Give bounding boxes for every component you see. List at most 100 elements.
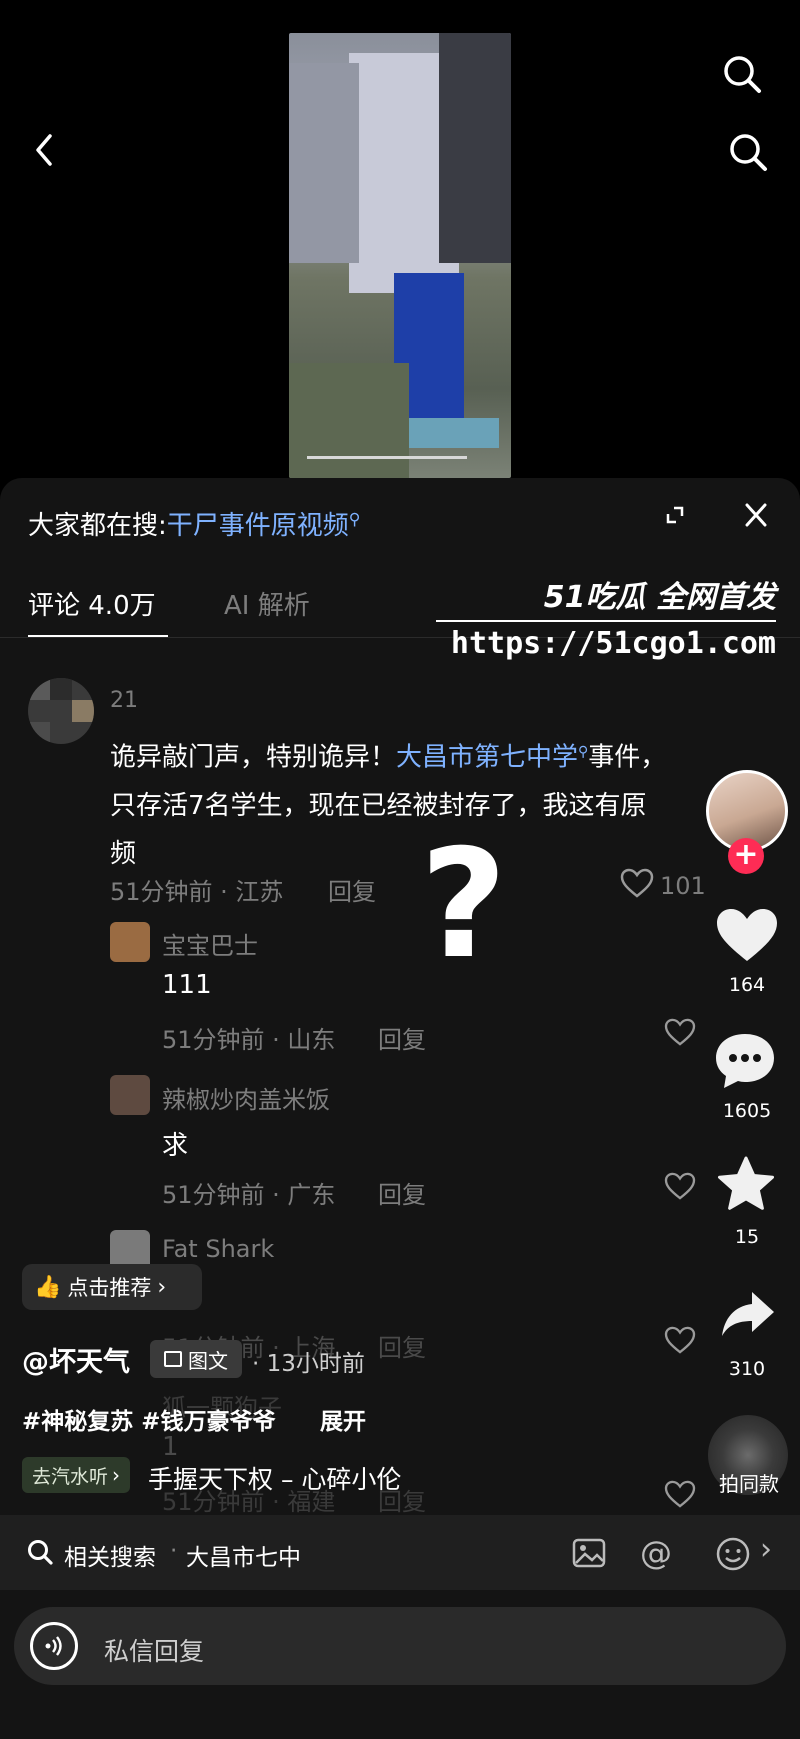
reply-reply-button[interactable]: 回复 xyxy=(378,1175,426,1210)
reply-author[interactable]: Fat Shark xyxy=(162,1235,274,1263)
related-search-sep: · xyxy=(170,1538,178,1564)
same-style-label[interactable]: 拍同款 xyxy=(706,1468,792,1497)
reply-text: 1 xyxy=(162,1432,179,1462)
recommend-button[interactable]: 👍 点击推荐 › xyxy=(22,1264,202,1310)
emoji-icon xyxy=(716,1537,750,1571)
image-icon xyxy=(572,1538,606,1568)
share-button[interactable] xyxy=(718,1288,778,1344)
close-button[interactable] xyxy=(736,498,776,532)
reply-like-button[interactable] xyxy=(664,1480,696,1512)
watermark-underline xyxy=(436,620,776,622)
trending-search[interactable]: 大家都在搜:干尸事件原视频⚲ xyxy=(28,505,361,542)
heart-icon xyxy=(717,909,777,961)
expand-caption-button[interactable]: 展开 xyxy=(320,1402,366,1436)
type-badge: 图文 xyxy=(150,1340,242,1378)
search-icon xyxy=(730,134,767,171)
music-badge[interactable]: 去汽水听 › xyxy=(22,1457,131,1493)
comment-like-button[interactable] xyxy=(620,868,654,902)
video-author[interactable]: @坏天气 xyxy=(22,1340,130,1379)
reply-text: 求 xyxy=(162,1131,189,1161)
reply-like-button[interactable] xyxy=(664,1326,696,1358)
post-time: · 13小时前 xyxy=(252,1351,365,1377)
reply-like-button[interactable] xyxy=(664,1018,696,1050)
reply-avatar[interactable] xyxy=(110,922,150,962)
heart-outline-icon xyxy=(664,1326,696,1354)
like-button[interactable] xyxy=(712,905,782,969)
music-title[interactable]: 手握天下权 – 心碎小伦 xyxy=(148,1460,401,1496)
watermark-url: https://51cgo1.com xyxy=(450,626,776,661)
share-arrow-icon xyxy=(722,1292,774,1336)
thumbs-up-icon: 👍 xyxy=(34,1274,62,1300)
reply-reply-button[interactable]: 回复 xyxy=(378,1328,426,1363)
search-small-icon: ⚲ xyxy=(348,509,361,529)
comment-button[interactable] xyxy=(712,1030,778,1096)
video-progress-bar[interactable] xyxy=(307,456,467,459)
like-count: 164 xyxy=(728,974,766,996)
watermark-brand: 51吃瓜 全网首发 xyxy=(543,580,776,615)
chevron-right-icon: › xyxy=(157,1274,167,1300)
type-badge-label: 图文 xyxy=(188,1348,228,1373)
voice-button[interactable] xyxy=(30,1622,78,1670)
related-search-icon xyxy=(26,1538,54,1570)
reply-author[interactable]: 宝宝巴士 xyxy=(162,926,258,961)
music-badge-label: 去汽水听 xyxy=(32,1465,109,1488)
trending-link[interactable]: 干尸事件原视频 xyxy=(167,511,349,541)
dm-reply-placeholder[interactable]: 私信回复 xyxy=(104,1632,204,1668)
heart-outline-icon xyxy=(664,1480,696,1508)
reply-avatar[interactable] xyxy=(110,1075,150,1115)
favorite-count: 15 xyxy=(734,1226,760,1248)
mention-button[interactable]: @ xyxy=(640,1534,672,1572)
comment-line-2: 只存活7名学生，现在已经被封存了，我这有原 xyxy=(110,790,647,821)
comment-avatar[interactable] xyxy=(28,678,94,744)
video-shoes xyxy=(409,418,499,448)
follow-button[interactable]: + xyxy=(728,838,764,874)
close-icon xyxy=(745,503,767,527)
question-mark-overlay: ? xyxy=(420,818,508,992)
video-figure-bag xyxy=(439,33,511,263)
comment-author[interactable]: 21 xyxy=(110,688,138,713)
expand-button[interactable] xyxy=(660,500,690,530)
search-button[interactable] xyxy=(726,130,770,174)
reply-meta: 51分钟前 · 山东 xyxy=(162,1026,336,1054)
share-count: 310 xyxy=(728,1358,766,1380)
image-picker-button[interactable] xyxy=(572,1538,606,1572)
heart-outline-icon xyxy=(664,1018,696,1046)
comment-meta: 51分钟前 · 江苏 xyxy=(110,878,284,906)
heart-outline-icon xyxy=(620,868,654,898)
favorite-button[interactable] xyxy=(716,1155,776,1217)
star-icon xyxy=(718,1156,774,1210)
comment-line-1: 诡异敲门声，特别诡异！大昌市第七中学⚲事件， xyxy=(110,728,710,782)
related-search-label: 相关搜索 xyxy=(64,1545,156,1571)
related-search-query[interactable]: 大昌市七中 xyxy=(186,1538,301,1572)
video-figure-arm xyxy=(289,63,359,263)
at-icon: @ xyxy=(640,1534,672,1572)
comment-count: 1605 xyxy=(722,1100,772,1122)
search-button-top[interactable] xyxy=(720,52,764,96)
back-button[interactable] xyxy=(28,130,62,170)
plus-icon: + xyxy=(733,837,759,872)
comment-like-count: 101 xyxy=(660,872,706,900)
hashtags[interactable]: #神秘复苏 #钱万豪爷爷 xyxy=(22,1402,276,1436)
recommend-label: 点击推荐 xyxy=(67,1276,152,1300)
comment-text-a: 诡异敲门声，特别诡异！ xyxy=(110,742,397,773)
reply-text: 111 xyxy=(162,970,212,1000)
reply-like-button[interactable] xyxy=(664,1172,696,1204)
comment-reply-button[interactable]: 回复 xyxy=(328,872,376,907)
link-search-icon: ⚲ xyxy=(578,744,589,760)
voice-wave-icon xyxy=(45,1636,62,1656)
chevron-right-icon[interactable]: › xyxy=(760,1532,772,1567)
video-player[interactable] xyxy=(289,33,511,478)
tab-ai-analysis[interactable]: AI 解析 xyxy=(224,585,310,622)
chevron-right-icon: › xyxy=(112,1463,121,1487)
search-icon xyxy=(724,56,761,93)
comment-text-b: 事件， xyxy=(588,742,667,773)
tab-comments[interactable]: 评论 4.0万 xyxy=(28,585,156,622)
expand-icon xyxy=(666,506,684,524)
reply-meta: 51分钟前 · 广东 xyxy=(162,1181,336,1209)
emoji-button[interactable] xyxy=(715,1536,751,1576)
back-arrow-icon xyxy=(36,134,52,166)
comment-search-link[interactable]: 大昌市第七中学 xyxy=(396,743,578,773)
reply-author[interactable]: 辣椒炒肉盖米饭 xyxy=(162,1080,330,1115)
reply-reply-button[interactable]: 回复 xyxy=(378,1020,426,1055)
trending-label: 大家都在搜: xyxy=(28,511,167,541)
